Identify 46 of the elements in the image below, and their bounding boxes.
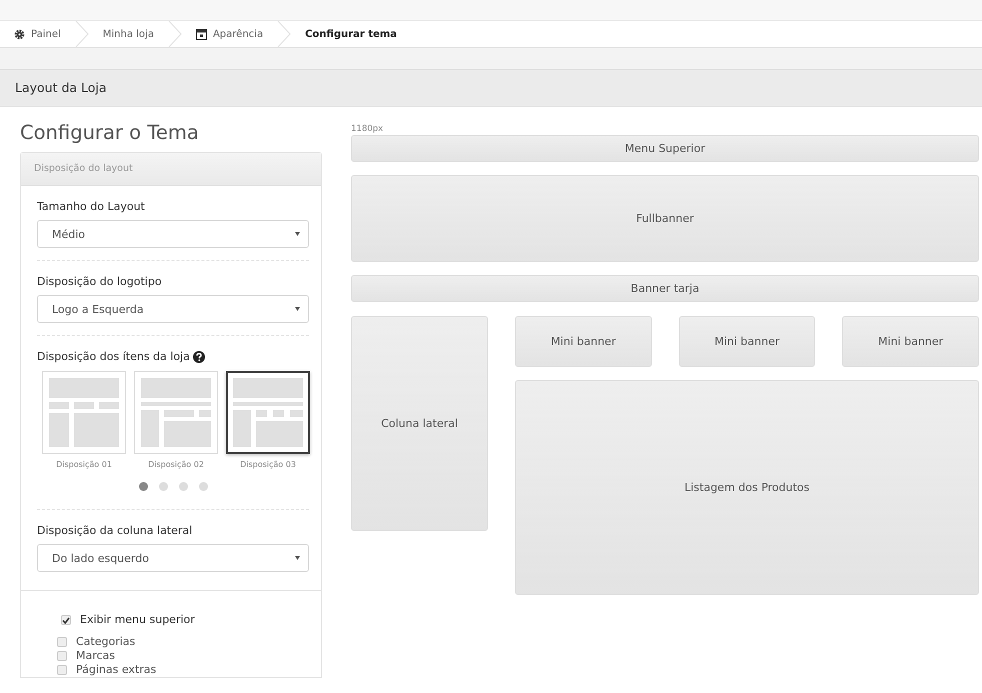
pager-dot[interactable] xyxy=(138,482,148,491)
layout-option[interactable] xyxy=(226,371,310,454)
select-field[interactable]: Do lado esquerdo xyxy=(37,544,309,572)
pager-dot[interactable] xyxy=(178,482,188,491)
stripe-banner-block[interactable]: Banner tarja xyxy=(351,275,979,302)
layout-caption: Disposição 03 xyxy=(240,460,296,469)
mini-banner-block[interactable]: Mini banner xyxy=(515,316,652,367)
field-label: Tamanho do Layout xyxy=(37,200,146,213)
product-list-block[interactable]: Listagem dos Produtos xyxy=(515,380,979,595)
section-title: Layout da Loja xyxy=(0,69,982,107)
layout-caption: Disposição 01 xyxy=(56,460,112,469)
breadcrumb-link[interactable]: Painel xyxy=(14,21,75,47)
breadcrumb-link[interactable]: Minha loja xyxy=(88,21,168,47)
checkbox[interactable] xyxy=(57,637,67,647)
pager-dot[interactable] xyxy=(158,482,168,491)
checkbox-option[interactable]: Categorias xyxy=(41,635,321,649)
caret-icon xyxy=(295,307,300,311)
width-label: 1180px xyxy=(351,123,384,135)
gear-icon xyxy=(14,28,25,40)
checkbox[interactable] xyxy=(57,665,67,675)
breadcrumb-link[interactable]: Aparência xyxy=(182,21,278,47)
checkbox-option[interactable]: Exibir menu superior xyxy=(41,613,321,627)
caret-icon xyxy=(295,556,300,560)
panel-header: Disposição do layout xyxy=(21,153,321,186)
checkbox-option[interactable]: Marcas xyxy=(41,649,321,663)
field-label: Disposição da coluna lateral xyxy=(37,524,194,537)
page-title: Configurar o Tema xyxy=(20,120,200,146)
mini-banner-block[interactable]: Mini banner xyxy=(842,316,980,367)
field-label: Disposição dos ítens da loja xyxy=(37,350,190,363)
caret-icon xyxy=(295,232,300,236)
select-field[interactable]: Médio xyxy=(37,220,309,248)
pager-dot[interactable] xyxy=(198,482,208,491)
window-icon xyxy=(196,28,207,40)
checkbox[interactable] xyxy=(57,651,67,661)
menu-block[interactable]: Menu Superior xyxy=(351,135,979,162)
mini-banner-block[interactable]: Mini banner xyxy=(678,316,816,367)
field-label: Disposição do logotipo xyxy=(37,275,163,288)
help-icon xyxy=(192,350,205,362)
checkbox-option[interactable]: Páginas extras xyxy=(41,663,321,677)
fullbanner-block[interactable]: Fullbanner xyxy=(351,175,979,262)
layout-caption: Disposição 02 xyxy=(148,460,204,469)
check-icon xyxy=(62,616,70,624)
checkbox[interactable] xyxy=(61,615,71,625)
select-field[interactable]: Logo a Esquerda xyxy=(37,295,309,323)
sidebar-block[interactable]: Coluna lateral xyxy=(351,316,488,531)
breadcrumb-link[interactable]: Configurar tema xyxy=(291,21,411,47)
